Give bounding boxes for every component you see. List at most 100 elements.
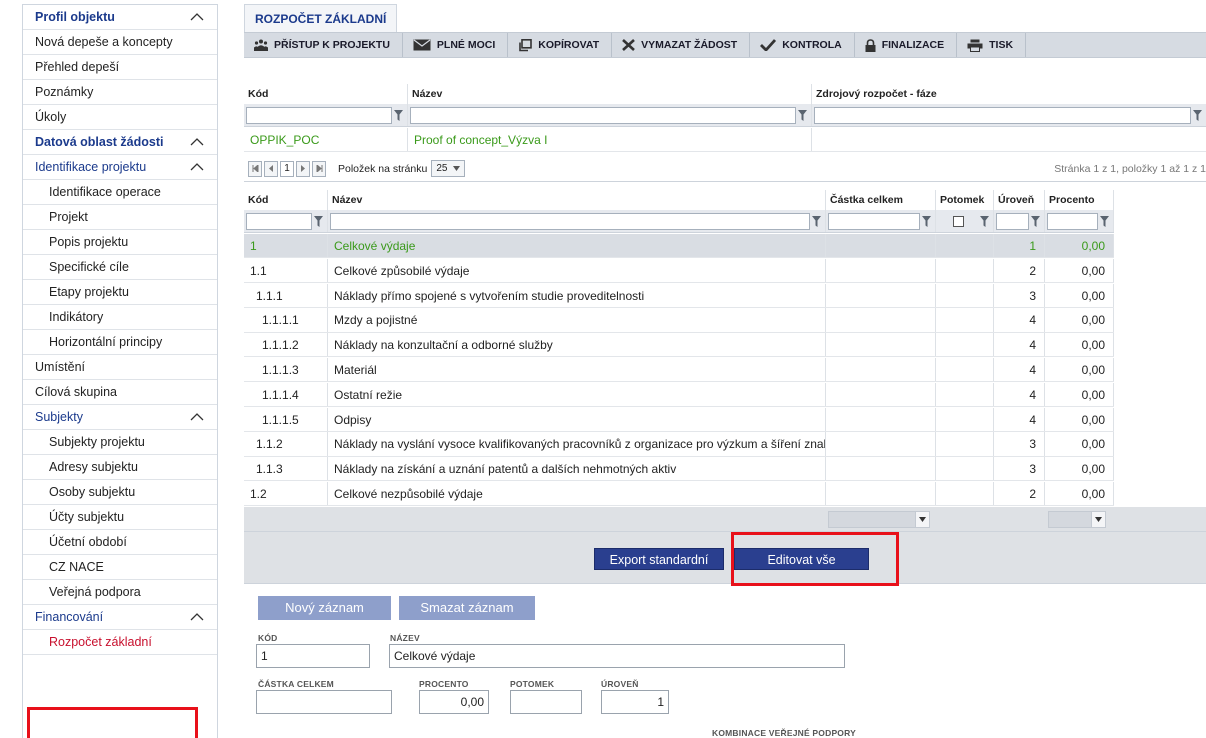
chevron-up-icon[interactable] [189, 130, 205, 154]
filter-kod-input[interactable] [246, 106, 392, 124]
page-number-input[interactable]: 1 [280, 160, 294, 177]
sidebar-item-osoby-subjektu[interactable]: Osoby subjektu [23, 480, 217, 505]
sidebar-item-identifikace-projektu[interactable]: Identifikace projektu [23, 155, 217, 180]
sidebar-item-financovani[interactable]: Financování [23, 605, 217, 630]
sidebar-item-horizontalni-principy[interactable]: Horizontální principy [23, 330, 217, 355]
table-row[interactable]: 1.1.1.3 Materiál 4 0,00 [244, 358, 1114, 383]
table-row[interactable]: 1.1.1.5 Odpisy 4 0,00 [244, 407, 1114, 432]
sidebar-item-ucetni-obdobi[interactable]: Účetní období [23, 530, 217, 555]
filter-icon[interactable] [1191, 107, 1204, 124]
col-nazev-header[interactable]: Název [328, 190, 826, 210]
toolbar-kopirovat-button[interactable]: KOPÍROVAT [508, 33, 613, 57]
sidebar-item-umisteni[interactable]: Umístění [23, 355, 217, 380]
toolbar-kontrola-button[interactable]: KONTROLA [750, 33, 855, 57]
prev-page-button[interactable] [264, 160, 278, 177]
total-percent-select[interactable] [1048, 511, 1106, 528]
delete-record-button[interactable]: Smazat záznam [399, 596, 535, 620]
export-standard-button[interactable]: Export standardní [594, 548, 724, 570]
toolbar-pristup-k-projektu-button[interactable]: PŘÍSTUP K PROJEKTU [244, 33, 403, 57]
sidebar-item-datova-oblast-zadosti[interactable]: Datová oblast žádosti [23, 130, 217, 155]
sidebar-item-indikatory[interactable]: Indikátory [23, 305, 217, 330]
filter-kod-input[interactable] [246, 212, 312, 230]
sidebar-item-projekt[interactable]: Projekt [23, 205, 217, 230]
filter-icon[interactable] [978, 213, 991, 230]
chevron-up-icon[interactable] [189, 405, 205, 429]
toolbar-finalizace-button[interactable]: FINALIZACE [855, 33, 958, 57]
col-zdrojovy-rozpocet-header[interactable]: Zdrojový rozpočet - fáze [812, 84, 1206, 104]
sidebar-item-ucty-subjektu[interactable]: Účty subjektu [23, 505, 217, 530]
sidebar-item-profil-objektu[interactable]: Profil objektu [23, 5, 217, 30]
chevron-up-icon[interactable] [189, 155, 205, 179]
page-size-select[interactable]: 25 [431, 160, 466, 177]
col-castka-celkem-header[interactable]: Částka celkem [826, 190, 936, 210]
col-potomek-header[interactable]: Potomek [936, 190, 994, 210]
table-row[interactable]: 1.1.1.1 Mzdy a pojistné 4 0,00 [244, 308, 1114, 333]
table-row[interactable]: 1.1 Celkové způsobilé výdaje 2 0,00 [244, 258, 1114, 284]
col-kod-header[interactable]: Kód [244, 190, 328, 210]
percent-input[interactable]: 0,00 [419, 690, 489, 714]
filter-zdrojovy-input[interactable] [814, 106, 1191, 124]
sidebar-item-ukoly[interactable]: Úkoly [23, 105, 217, 130]
sidebar-item-verejna-podpora[interactable]: Veřejná podpora [23, 580, 217, 605]
last-page-button[interactable] [312, 160, 326, 177]
sidebar-item-cz-nace[interactable]: CZ NACE [23, 555, 217, 580]
filter-nazev-input[interactable] [330, 212, 810, 230]
totals-row [244, 507, 1206, 532]
budget-grid-filter-row [244, 104, 1206, 127]
amount-input[interactable] [256, 690, 392, 714]
sidebar-item-adresy-subjektu[interactable]: Adresy subjektu [23, 455, 217, 480]
new-record-button[interactable]: Nový záznam [258, 596, 391, 620]
level-input[interactable]: 1 [601, 690, 669, 714]
sidebar-item-subjekty-projektu[interactable]: Subjekty projektu [23, 430, 217, 455]
filter-icon[interactable] [312, 213, 325, 230]
filter-icon[interactable] [392, 107, 405, 124]
col-uroven-header[interactable]: Úroveň [994, 190, 1045, 210]
sidebar-item-poznamky[interactable]: Poznámky [23, 80, 217, 105]
filter-castka-celkem-input[interactable] [828, 212, 920, 230]
filter-icon[interactable] [1029, 213, 1042, 230]
next-page-button[interactable] [296, 160, 310, 177]
filter-uroven-input[interactable] [996, 212, 1029, 230]
sidebar-item-popis-projektu[interactable]: Popis projektu [23, 230, 217, 255]
filter-icon[interactable] [810, 213, 823, 230]
sidebar-item-specificke-cile[interactable]: Specifické cíle [23, 255, 217, 280]
tab-rozpocet-zakladni[interactable]: ROZPOČET ZÁKLADNÍ [244, 4, 398, 32]
col-nazev-header[interactable]: Název [408, 84, 812, 104]
toolbar-plne-moci-button[interactable]: PLNÉ MOCI [403, 33, 509, 57]
potomek-filter-checkbox[interactable] [952, 215, 964, 227]
table-row[interactable]: 1.1.3 Náklady na získání a uznání patentů… [244, 457, 1114, 482]
chevron-up-icon[interactable] [189, 605, 205, 629]
filter-procento-input[interactable] [1047, 212, 1098, 230]
table-row[interactable]: 1.2 Celkové nezpůsobilé výdaje 2 0,00 [244, 482, 1114, 507]
first-page-button[interactable] [248, 160, 262, 177]
child-input[interactable] [510, 690, 582, 714]
col-kod-header[interactable]: Kód [244, 84, 408, 104]
sidebar-item-subjekty[interactable]: Subjekty [23, 405, 217, 430]
table-row[interactable]: 1.1.2 Náklady na vyslání vysoce kvalifiko… [244, 432, 1114, 457]
child-cell [936, 407, 994, 431]
toolbar-tisk-button[interactable]: TISK [957, 33, 1027, 57]
code-input[interactable]: 1 [256, 644, 370, 668]
table-row[interactable]: 1.1.1 Náklady přímo spojené s vytvořením … [244, 283, 1114, 308]
filter-nazev-input[interactable] [410, 106, 796, 124]
table-row[interactable]: 1.1.1.2 Náklady na konzultační a odborné … [244, 333, 1114, 358]
sidebar-item-nova-depese-a-koncepty[interactable]: Nová depeše a koncepty [23, 30, 217, 55]
filter-icon[interactable] [1098, 213, 1111, 230]
sidebar-item-rozpocet-zakladni[interactable]: Rozpočet základní [23, 630, 217, 655]
table-row[interactable]: 1 Celkové výdaje 1 0,00 [244, 234, 1114, 259]
total-amount-select[interactable] [828, 511, 930, 528]
chevron-up-icon[interactable] [189, 5, 205, 29]
sidebar-item-prehled-depesi[interactable]: Přehled depeší [23, 55, 217, 80]
table-row[interactable]: 1.1.1.4 Ostatní režie 4 0,00 [244, 382, 1114, 408]
toolbar-vymazat-zadost-button[interactable]: VYMAZAT ŽÁDOST [612, 33, 751, 57]
table-row[interactable]: OPPIK_POC Proof of concept_Výzva I [244, 128, 1206, 152]
col-procento-header[interactable]: Procento [1045, 190, 1114, 210]
sidebar-item-etapy-projektu[interactable]: Etapy projektu [23, 280, 217, 305]
sidebar-item-identifikace-operace[interactable]: Identifikace operace [23, 180, 217, 205]
sidebar-item-cilova-skupina[interactable]: Cílová skupina [23, 380, 217, 405]
amount-cell [826, 333, 936, 357]
name-input[interactable]: Celkové výdaje [389, 644, 845, 668]
filter-icon[interactable] [796, 107, 809, 124]
child-cell [936, 457, 994, 481]
filter-icon[interactable] [920, 213, 933, 230]
